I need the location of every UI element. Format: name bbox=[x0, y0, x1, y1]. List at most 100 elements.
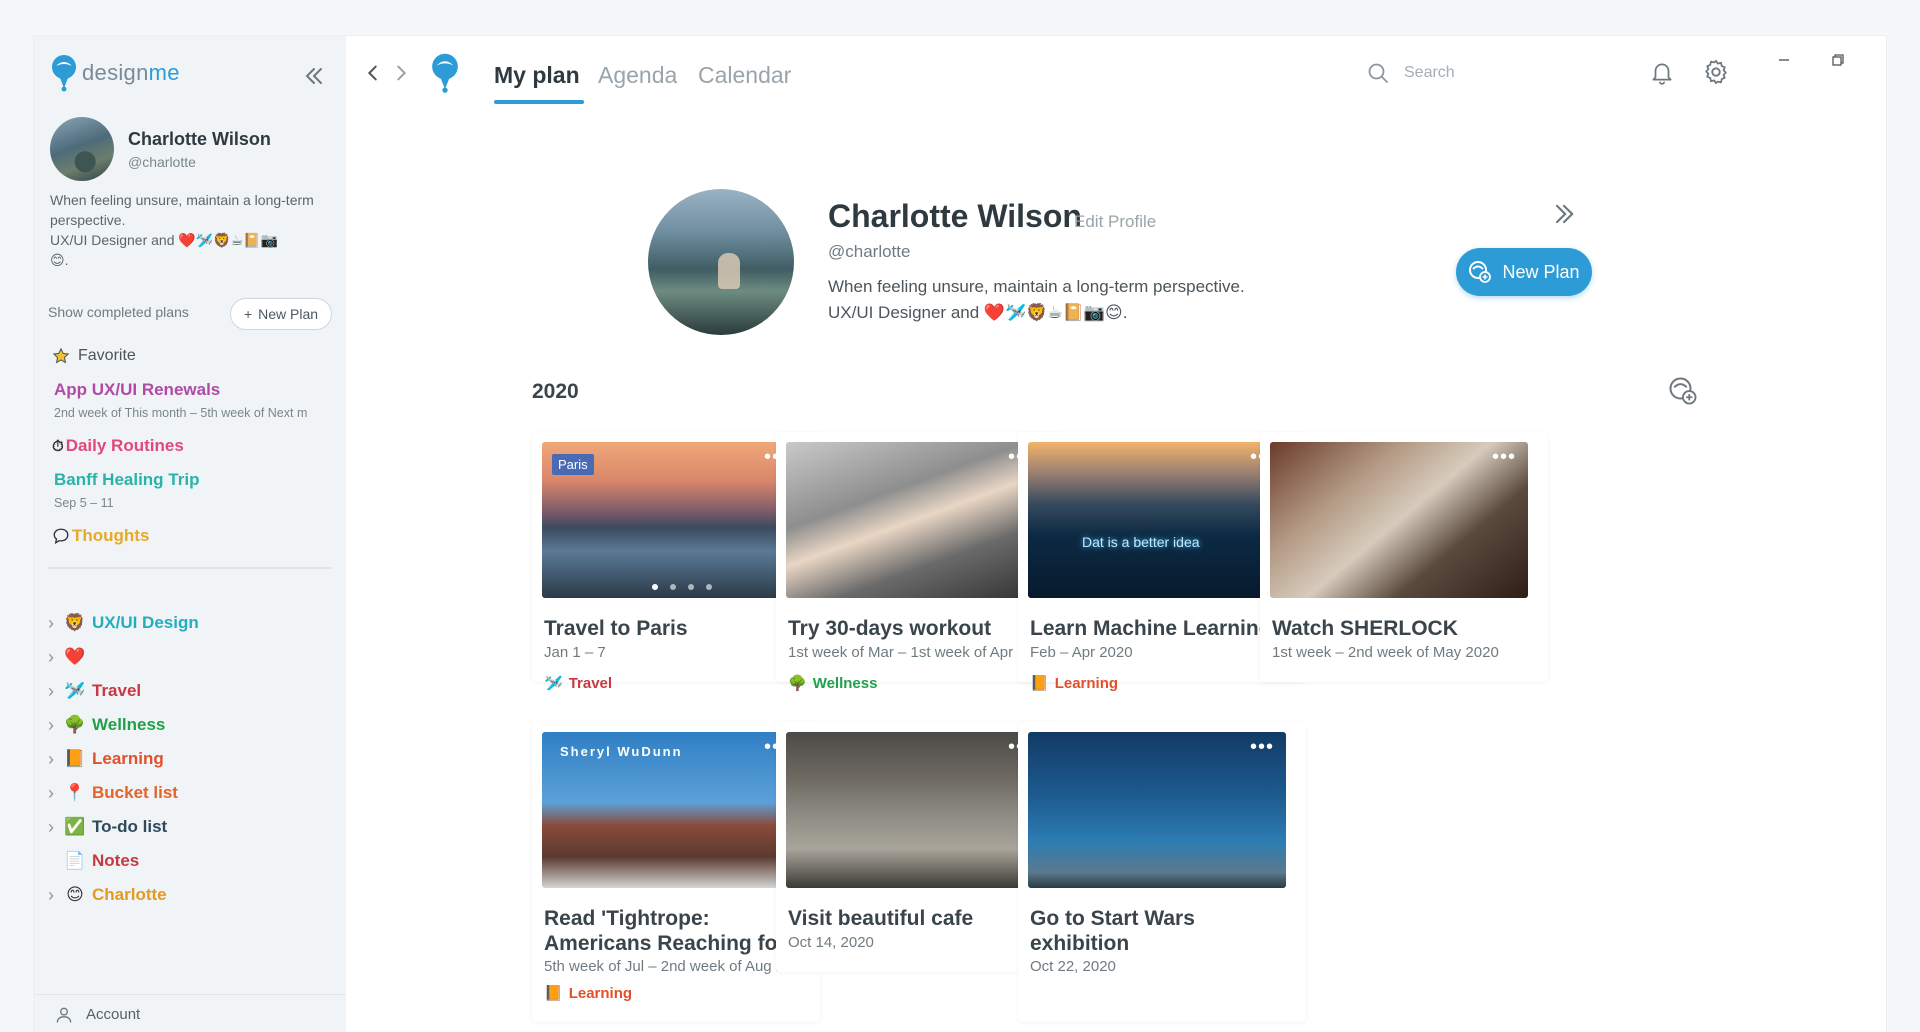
plan-card[interactable]: ••• Go to Start Wars exhibition Oct 22, 20… bbox=[1018, 722, 1306, 1022]
account-link[interactable]: Account bbox=[34, 994, 346, 1032]
carousel-dot[interactable] bbox=[706, 584, 712, 590]
back-arrow-icon[interactable] bbox=[362, 62, 384, 84]
chevron-right-icon[interactable]: › bbox=[44, 614, 58, 632]
plan-card-image[interactable]: ••• bbox=[786, 732, 1044, 888]
category-label: Bucket list bbox=[92, 783, 178, 802]
plan-card-image[interactable]: Paris••• bbox=[542, 442, 800, 598]
search-box[interactable] bbox=[1366, 56, 1626, 90]
profile-handle: @charlotte bbox=[828, 242, 911, 261]
plan-card-date: Feb – Apr 2020 bbox=[1030, 644, 1133, 661]
category-icon: 🌳 bbox=[64, 715, 86, 734]
plan-card-image[interactable]: Sheryl WuDunn••• bbox=[542, 732, 800, 888]
favorite-plan-thoughts[interactable]: Thoughts bbox=[52, 526, 149, 546]
profile-name: Charlotte Wilson bbox=[128, 128, 271, 149]
bio-line: When feeling unsure, maintain a long-ter… bbox=[50, 192, 314, 228]
favorite-plan-banff[interactable]: Banff Healing Trip bbox=[54, 470, 199, 490]
plan-card-image[interactable]: ••• bbox=[1028, 732, 1286, 888]
settings-button[interactable] bbox=[1700, 56, 1732, 88]
category-label: Charlotte bbox=[92, 885, 167, 904]
more-options-icon[interactable]: ••• bbox=[1492, 447, 1516, 467]
bio-line: 😊. bbox=[50, 252, 69, 268]
chevron-right-icon[interactable]: › bbox=[44, 648, 58, 666]
favorite-label: Favorite bbox=[78, 347, 136, 364]
plan-card[interactable]: ••• Watch SHERLOCK 1st week – 2nd week of … bbox=[1260, 432, 1548, 682]
carousel-dot[interactable] bbox=[670, 584, 676, 590]
chevron-right-icon[interactable] bbox=[44, 854, 58, 868]
collapse-sidebar-icon[interactable] bbox=[302, 64, 326, 88]
category-label: Notes bbox=[92, 851, 140, 870]
category-icon: 📄 bbox=[64, 851, 86, 870]
category-icon: 🛩️ bbox=[544, 675, 563, 692]
category-item[interactable]: › 🦁 UX/UI Design bbox=[44, 610, 199, 636]
show-completed-toggle[interactable]: Show completed plans bbox=[48, 304, 189, 320]
notifications-button[interactable] bbox=[1646, 56, 1678, 88]
logo-text: designme bbox=[82, 60, 180, 85]
year-heading: 2020 bbox=[532, 380, 579, 403]
plan-card-image[interactable]: ••• bbox=[1270, 442, 1528, 598]
new-plan-button[interactable]: New Plan bbox=[1456, 248, 1592, 296]
plan-card-title: Travel to Paris bbox=[544, 617, 688, 640]
new-plan-button-small[interactable]: + New Plan bbox=[230, 298, 332, 330]
chevron-right-icon[interactable]: › bbox=[44, 886, 58, 904]
chevron-right-icon[interactable]: › bbox=[44, 784, 58, 802]
plan-card-date: 1st week of Mar – 1st week of Apr 2020 bbox=[788, 644, 1050, 661]
carousel-dots[interactable] bbox=[652, 584, 712, 590]
category-item[interactable]: › 🛩️ Travel bbox=[44, 678, 141, 704]
plan-card-category[interactable]: 🛩️ Travel bbox=[544, 674, 612, 693]
edit-profile-link[interactable]: Edit Profile bbox=[1074, 212, 1156, 232]
category-item[interactable]: › ✅ To-do list bbox=[44, 814, 167, 840]
category-item[interactable]: › 📍 Bucket list bbox=[44, 780, 178, 806]
favorite-plan-ux-renewals[interactable]: App UX/UI Renewals bbox=[54, 380, 220, 400]
expand-double-chevron-icon[interactable] bbox=[1550, 200, 1578, 228]
plan-date: Sep 5 – 11 bbox=[54, 496, 114, 510]
plan-card-image[interactable]: ••• bbox=[786, 442, 1044, 598]
plan-card-date: 5th week of Jul – 2nd week of Aug 2020 bbox=[544, 958, 806, 975]
profile-avatar[interactable] bbox=[648, 189, 794, 335]
plan-label: Daily Routines bbox=[65, 436, 184, 455]
category-icon: 📍 bbox=[64, 783, 86, 802]
account-label: Account bbox=[86, 1006, 141, 1023]
plan-card-image[interactable]: Dat is a better idea••• bbox=[1028, 442, 1286, 598]
bio-line: UX/UI Designer and ❤️🛩️🦁☕📔📷 bbox=[50, 232, 279, 248]
avatar[interactable] bbox=[50, 117, 114, 181]
chevron-right-icon[interactable]: › bbox=[44, 682, 58, 700]
chevron-right-icon[interactable]: › bbox=[44, 716, 58, 734]
forward-arrow-icon[interactable] bbox=[390, 62, 412, 84]
plan-card-title: Visit beautiful cafe bbox=[788, 907, 974, 930]
app-window: designme Charlotte Wilson @charlotte Whe… bbox=[34, 36, 1886, 1032]
chevron-right-icon[interactable]: › bbox=[44, 818, 58, 836]
tab-my-plan[interactable]: My plan bbox=[494, 62, 580, 89]
close-button[interactable] bbox=[1878, 46, 1886, 74]
category-item[interactable]: › 📙 Learning bbox=[44, 746, 164, 772]
plan-card-title: Go to Start Wars exhibition bbox=[1030, 907, 1195, 955]
category-label: Travel bbox=[92, 681, 142, 700]
more-options-icon[interactable]: ••• bbox=[1250, 737, 1274, 757]
new-plan-label: New Plan bbox=[1502, 261, 1580, 282]
minimize-button[interactable] bbox=[1768, 46, 1800, 74]
sidebar: designme Charlotte Wilson @charlotte Whe… bbox=[34, 36, 346, 1032]
active-tab-indicator bbox=[494, 100, 584, 104]
tab-agenda[interactable]: Agenda bbox=[598, 62, 677, 89]
category-item[interactable]: › 😊 Charlotte bbox=[44, 882, 167, 908]
plan-card-title: Read 'Tightrope: Americans Reaching fo… bbox=[544, 907, 799, 955]
chevron-right-icon[interactable]: › bbox=[44, 750, 58, 768]
plan-card-category[interactable]: 📙 Learning bbox=[1030, 674, 1118, 693]
plan-card-date: Jan 1 – 7 bbox=[544, 644, 606, 661]
category-item[interactable]: 📄 Notes bbox=[44, 848, 139, 874]
logo-icon bbox=[52, 55, 76, 92]
tab-calendar[interactable]: Calendar bbox=[698, 62, 791, 89]
stopwatch-icon: ⏱ bbox=[52, 437, 64, 455]
add-plan-icon[interactable] bbox=[1668, 376, 1698, 406]
sidebar-profile[interactable]: Charlotte Wilson @charlotte bbox=[50, 117, 271, 181]
plan-card-category[interactable]: 🌳 Wellness bbox=[788, 674, 877, 693]
favorite-plan-daily-routines[interactable]: ⏱ Daily Routines bbox=[52, 436, 184, 456]
category-item[interactable]: › 🌳 Wellness bbox=[44, 712, 165, 738]
carousel-dot[interactable] bbox=[688, 584, 694, 590]
category-label: Wellness bbox=[92, 715, 166, 734]
category-item[interactable]: › ❤️ bbox=[44, 644, 92, 670]
star-icon bbox=[52, 347, 70, 364]
carousel-dot[interactable] bbox=[652, 584, 658, 590]
restore-button[interactable] bbox=[1822, 46, 1854, 74]
search-input[interactable] bbox=[1404, 64, 1604, 82]
plan-card-category[interactable]: 📙 Learning bbox=[544, 984, 632, 1003]
